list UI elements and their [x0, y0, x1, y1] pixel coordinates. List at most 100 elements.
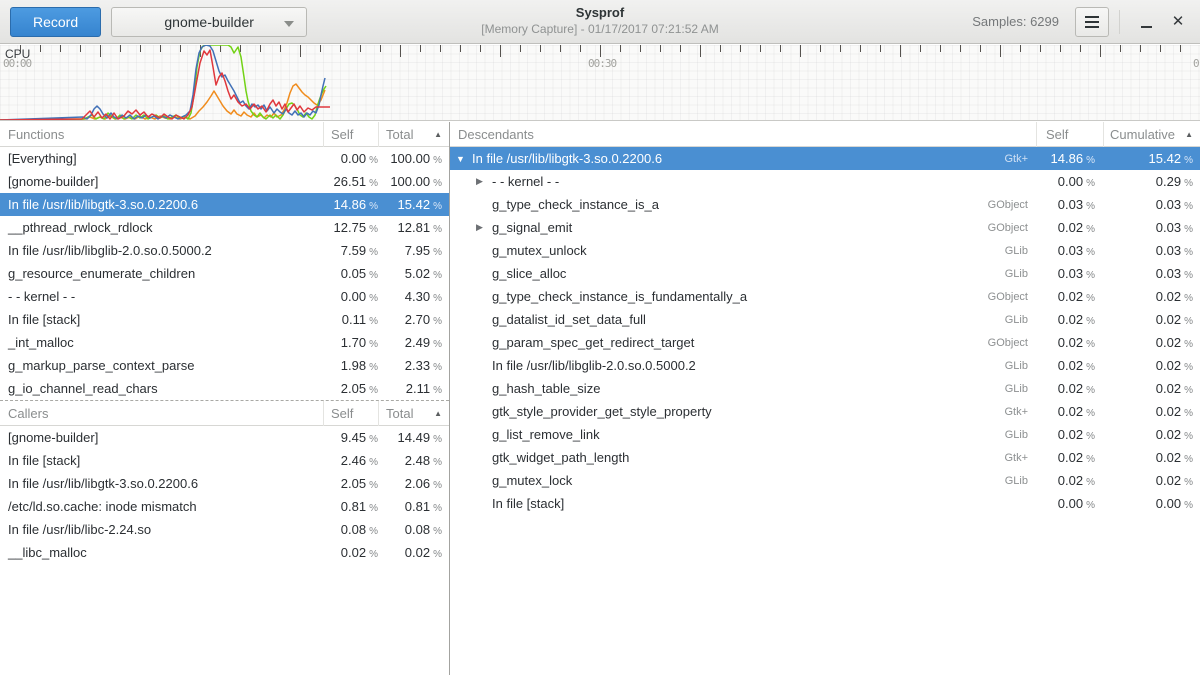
row-name: In file [stack] — [0, 453, 323, 468]
percent-sign: % — [1086, 431, 1095, 442]
table-row[interactable]: __pthread_rwlock_rdlock12.75%12.81% — [0, 216, 449, 239]
percent-cell: 0.02% — [1103, 404, 1200, 419]
descendants-panel: Descendants Self Cumulative ▲ ▼In file /… — [450, 122, 1200, 675]
table-row[interactable]: g_type_check_instance_is_fundamentally_a… — [450, 285, 1200, 308]
column-header-functions[interactable]: Functions — [0, 122, 323, 147]
column-header-total[interactable]: Total ▲ — [378, 401, 449, 426]
table-row[interactable]: g_resource_enumerate_children0.05%5.02% — [0, 262, 449, 285]
menu-button[interactable] — [1075, 7, 1109, 37]
percent-cell: 7.59% — [323, 243, 378, 258]
percent-cell: 2.05% — [323, 476, 378, 491]
process-selector-label: gnome-builder — [164, 14, 254, 30]
row-name: In file /usr/lib/libgtk-3.so.0.2200.6 — [0, 476, 323, 491]
row-name: g_mutex_lock — [492, 473, 572, 488]
expander-closed-icon[interactable]: ▶ — [476, 222, 492, 233]
table-row[interactable]: gtk_widget_path_lengthGtk+0.02%0.02% — [450, 446, 1200, 469]
percent-sign: % — [1086, 454, 1095, 465]
percent-value: 0.81 — [405, 499, 430, 514]
expander-closed-icon[interactable]: ▶ — [476, 176, 492, 187]
column-header-total-label: Total — [386, 406, 413, 421]
column-header-self[interactable]: Self — [323, 401, 378, 426]
cpu-blue-line — [0, 45, 325, 120]
close-button[interactable]: ✕ — [1162, 7, 1194, 37]
percent-cell: 0.00% — [1036, 174, 1103, 189]
row-name: - - kernel - - — [492, 174, 559, 189]
table-row[interactable]: In file [stack]0.00%0.00% — [450, 492, 1200, 515]
row-name: gtk_widget_path_length — [492, 450, 629, 465]
table-row[interactable]: g_param_spec_get_redirect_targetGObject0… — [450, 331, 1200, 354]
expander-open-icon[interactable]: ▼ — [456, 154, 472, 164]
library-tag: GLib — [1005, 475, 1028, 487]
percent-value: 14.86 — [334, 197, 367, 212]
row-name: In file [stack] — [0, 312, 323, 327]
table-row[interactable]: g_mutex_lockGLib0.02%0.02% — [450, 469, 1200, 492]
table-row[interactable]: _int_malloc1.70%2.49% — [0, 331, 449, 354]
column-header-descendants[interactable]: Descendants — [450, 122, 1036, 147]
table-row[interactable]: g_markup_parse_context_parse1.98%2.33% — [0, 354, 449, 377]
percent-cell: 2.70% — [378, 312, 449, 327]
sort-ascending-icon: ▲ — [434, 409, 442, 418]
percent-value: 0.08 — [405, 522, 430, 537]
percent-value: 0.03 — [1058, 197, 1083, 212]
close-icon: ✕ — [1172, 14, 1185, 29]
percent-value: 2.05 — [341, 476, 366, 491]
percent-cell: 0.00% — [1036, 496, 1103, 511]
column-header-self[interactable]: Self — [323, 122, 378, 147]
percent-value: 0.05 — [341, 266, 366, 281]
library-tag: GLib — [1005, 245, 1028, 257]
percent-value: 2.05 — [341, 381, 366, 396]
percent-cell: 12.75% — [323, 220, 378, 235]
table-row[interactable]: g_datalist_id_set_data_fullGLib0.02%0.02… — [450, 308, 1200, 331]
table-row[interactable]: [gnome-builder]9.45%14.49% — [0, 426, 449, 449]
table-row[interactable]: g_mutex_unlockGLib0.03%0.03% — [450, 239, 1200, 262]
column-header-total[interactable]: Total ▲ — [378, 122, 449, 147]
percent-cell: 0.03% — [1103, 220, 1200, 235]
percent-value: 0.11 — [342, 312, 366, 327]
cpu-graph[interactable]: CPU 00:0000:3001:00 — [0, 45, 1200, 121]
percent-cell: 0.02% — [1036, 404, 1103, 419]
table-row[interactable]: In file [stack]2.46%2.48% — [0, 449, 449, 472]
table-row[interactable]: In file /usr/lib/libc-2.24.so0.08%0.08% — [0, 518, 449, 541]
table-row[interactable]: g_list_remove_linkGLib0.02%0.02% — [450, 423, 1200, 446]
table-row[interactable]: - - kernel - -0.00%4.30% — [0, 285, 449, 308]
table-row[interactable]: g_slice_allocGLib0.03%0.03% — [450, 262, 1200, 285]
column-header-self[interactable]: Self — [1036, 122, 1103, 147]
table-row[interactable]: __libc_malloc0.02%0.02% — [0, 541, 449, 564]
table-row[interactable]: In file [stack] 0.11%2.70% — [0, 308, 449, 331]
table-row[interactable]: [gnome-builder]26.51%100.00% — [0, 170, 449, 193]
table-row[interactable]: ▶g_signal_emitGObject0.02%0.03% — [450, 216, 1200, 239]
row-name: __pthread_rwlock_rdlock — [0, 220, 323, 235]
column-header-cumulative[interactable]: Cumulative ▲ — [1103, 122, 1200, 147]
table-row[interactable]: g_io_channel_read_chars2.05%2.11% — [0, 377, 449, 400]
percent-cell: 9.45% — [323, 430, 378, 445]
percent-sign: % — [433, 316, 442, 327]
table-row[interactable]: /etc/ld.so.cache: inode mismatch0.81%0.8… — [0, 495, 449, 518]
percent-sign: % — [433, 224, 442, 235]
table-row[interactable]: In file /usr/lib/libglib-2.0.so.0.5000.2… — [0, 239, 449, 262]
percent-cell: 0.03% — [1103, 243, 1200, 258]
process-selector-dropdown[interactable]: gnome-builder — [111, 7, 307, 37]
column-header-callers[interactable]: Callers — [0, 401, 323, 426]
table-row[interactable]: gtk_style_provider_get_style_propertyGtk… — [450, 400, 1200, 423]
table-row[interactable]: ▶- - kernel - -0.00%0.29% — [450, 170, 1200, 193]
table-row[interactable]: [Everything]0.00%100.00% — [0, 147, 449, 170]
table-row[interactable]: In file /usr/lib/libgtk-3.so.0.2200.614.… — [0, 193, 449, 216]
library-tag: GObject — [988, 199, 1028, 211]
table-row[interactable]: g_hash_table_sizeGLib0.02%0.02% — [450, 377, 1200, 400]
percent-cell: 2.48% — [378, 453, 449, 468]
percent-cell: 0.05% — [323, 266, 378, 281]
percent-sign: % — [1184, 224, 1193, 235]
percent-sign: % — [1184, 454, 1193, 465]
table-row[interactable]: In file /usr/lib/libglib-2.0.so.0.5000.2… — [450, 354, 1200, 377]
percent-sign: % — [1184, 362, 1193, 373]
minimize-button[interactable] — [1130, 7, 1162, 37]
percent-sign: % — [1184, 385, 1193, 396]
record-button[interactable]: Record — [10, 7, 101, 37]
percent-sign: % — [433, 339, 442, 350]
table-row[interactable]: In file /usr/lib/libgtk-3.so.0.2200.62.0… — [0, 472, 449, 495]
row-name: g_hash_table_size — [492, 381, 600, 396]
table-row[interactable]: ▼In file /usr/lib/libgtk-3.so.0.2200.6Gt… — [450, 147, 1200, 170]
percent-sign: % — [369, 293, 378, 304]
table-row[interactable]: g_type_check_instance_is_aGObject0.03%0.… — [450, 193, 1200, 216]
percent-sign: % — [433, 503, 442, 514]
